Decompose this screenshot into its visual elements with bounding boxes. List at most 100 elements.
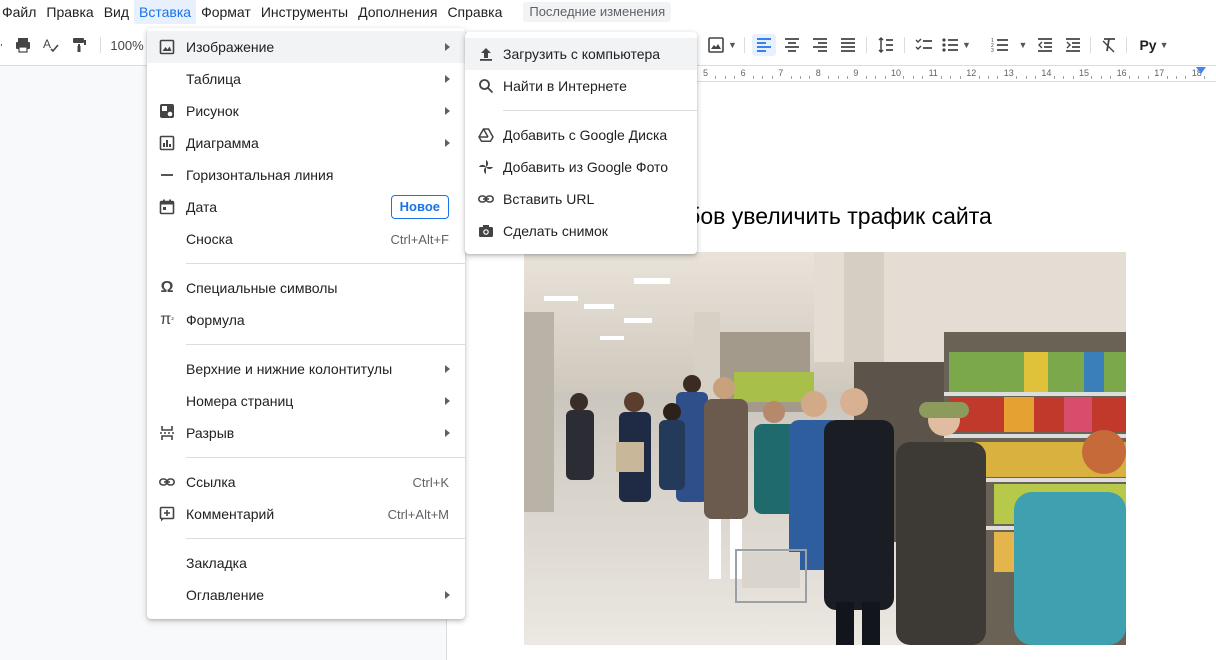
- ruler-tick: [1016, 76, 1018, 79]
- insert-toc-item[interactable]: Оглавление: [147, 579, 465, 611]
- ruler-tick: [997, 76, 999, 79]
- omega-icon: Ω: [160, 279, 174, 296]
- ruler-tick: [800, 76, 801, 79]
- ruler-number: 14: [1041, 68, 1052, 78]
- document-image[interactable]: [524, 252, 1126, 645]
- link-icon: [478, 191, 494, 207]
- add-from-photos-item[interactable]: Добавить из Google Фото: [465, 151, 697, 183]
- menu-view[interactable]: Вид: [99, 0, 134, 24]
- clear-formatting-icon[interactable]: [1098, 34, 1120, 56]
- decrease-indent-icon[interactable]: [1034, 34, 1056, 56]
- ruler-number: 8: [815, 68, 821, 78]
- add-from-drive-item[interactable]: Добавить с Google Диска: [465, 119, 697, 151]
- menu-divider: [186, 344, 465, 345]
- insert-special-chars-item[interactable]: Ω Специальные символы: [147, 272, 465, 304]
- insert-link-item[interactable]: Ссылка Ctrl+K: [147, 466, 465, 498]
- drawing-icon: [159, 103, 175, 119]
- insert-equation-item[interactable]: π² Формула: [147, 304, 465, 336]
- line-spacing-icon[interactable]: [874, 34, 898, 56]
- ruler-tick: [884, 76, 886, 79]
- insert-image-item[interactable]: Изображение: [147, 31, 465, 63]
- align-left-icon[interactable]: [752, 34, 776, 56]
- insert-by-url-item[interactable]: Вставить URL: [465, 183, 697, 215]
- submenu-arrow-icon: [445, 43, 450, 51]
- ruler-tick: [922, 76, 924, 79]
- submenu-arrow-icon: [445, 365, 450, 373]
- ruler-tick: [762, 76, 764, 79]
- supermarket-photo: [524, 252, 1126, 645]
- insert-page-numbers-item[interactable]: Номера страниц: [147, 385, 465, 417]
- upload-from-computer-item[interactable]: Загрузить с компьютера: [465, 38, 697, 70]
- insert-drawing-item[interactable]: Рисунок: [147, 95, 465, 127]
- menu-insert[interactable]: Вставка: [134, 0, 197, 24]
- menu-divider: [186, 263, 465, 264]
- print-icon[interactable]: [12, 34, 34, 56]
- svg-text:3: 3: [991, 48, 994, 54]
- ruler-tick: [912, 76, 914, 79]
- insert-menu: Изображение Таблица Рисунок Диаграмма Го…: [147, 28, 465, 619]
- search-web-item[interactable]: Найти в Интернете: [465, 70, 697, 102]
- ruler-number: 16: [1116, 68, 1127, 78]
- ruler-number: 11: [928, 68, 938, 78]
- menu-edit[interactable]: Правка: [41, 0, 98, 24]
- ruler-tick: [875, 76, 877, 79]
- align-center-icon[interactable]: [780, 34, 804, 56]
- menu-tools[interactable]: Инструменты: [256, 0, 353, 24]
- undo-icon[interactable]: [0, 34, 6, 56]
- submenu-arrow-icon: [445, 429, 450, 437]
- paint-format-icon[interactable]: [68, 34, 90, 56]
- ruler-tick: [1147, 76, 1149, 79]
- ruler-tick: [959, 76, 961, 79]
- chart-icon: [159, 135, 175, 151]
- insert-bookmark-item[interactable]: Закладка: [147, 547, 465, 579]
- insert-comment-item[interactable]: Комментарий Ctrl+Alt+M: [147, 498, 465, 530]
- ruler-number: 12: [966, 68, 977, 78]
- ruler-tick: [1204, 76, 1206, 79]
- increase-indent-icon[interactable]: [1062, 34, 1084, 56]
- ruler-tick: [1166, 76, 1168, 79]
- comment-shortcut: Ctrl+Alt+M: [387, 506, 449, 522]
- spellcheck-icon[interactable]: A: [40, 34, 62, 56]
- ruler-number: 10: [891, 68, 902, 78]
- insert-horizontal-line-item[interactable]: Горизонтальная линия: [147, 159, 465, 191]
- insert-chart-item[interactable]: Диаграмма: [147, 127, 465, 159]
- ruler-tick: [790, 76, 792, 79]
- insert-break-item[interactable]: Разрыв: [147, 417, 465, 449]
- menu-help[interactable]: Справка: [442, 0, 507, 24]
- last-edit-link[interactable]: Последние изменения: [523, 2, 672, 22]
- take-photo-item[interactable]: Сделать снимок: [465, 215, 697, 247]
- ruler-tick: [1063, 76, 1065, 79]
- ruler-number: 17: [1154, 68, 1165, 78]
- upload-icon: [478, 46, 494, 62]
- right-indent-marker[interactable]: [1196, 67, 1206, 74]
- insert-image-button[interactable]: ▼: [704, 34, 740, 56]
- ruler-tick: [715, 76, 717, 79]
- align-right-icon[interactable]: [808, 34, 832, 56]
- footnote-shortcut: Ctrl+Alt+F: [390, 231, 449, 247]
- insert-headers-footers-item[interactable]: Верхние и нижние колонтитулы: [147, 353, 465, 385]
- bulleted-list-icon[interactable]: ▼: [940, 34, 972, 56]
- align-justify-icon[interactable]: [836, 34, 860, 56]
- insert-date-item[interactable]: Дата Новое: [147, 191, 465, 223]
- ruler-tick: [734, 76, 736, 79]
- ruler-tick: [1072, 76, 1074, 79]
- zoom-select[interactable]: 100%: [108, 34, 146, 56]
- numbered-list-icon[interactable]: 123 ▼: [988, 34, 1030, 56]
- google-drive-icon: [478, 127, 494, 143]
- menu-addons[interactable]: Дополнения: [353, 0, 442, 24]
- pi-icon: π²: [160, 311, 174, 328]
- menu-format[interactable]: Формат: [196, 0, 256, 24]
- submenu-arrow-icon: [445, 397, 450, 405]
- insert-table-item[interactable]: Таблица: [147, 63, 465, 95]
- menu-divider: [186, 457, 465, 458]
- insert-footnote-item[interactable]: Сноска Ctrl+Alt+F: [147, 223, 465, 255]
- image-submenu: Загрузить с компьютера Найти в Интернете…: [465, 32, 697, 254]
- input-tools-button[interactable]: Py ▼: [1136, 34, 1172, 56]
- ruler-number: 7: [778, 68, 784, 78]
- ruler-number: 5: [703, 68, 709, 78]
- new-badge: Новое: [390, 195, 449, 219]
- menu-divider: [186, 538, 465, 539]
- checklist-icon[interactable]: [912, 34, 936, 56]
- menu-file[interactable]: Файл: [0, 0, 41, 24]
- ruler-tick: [724, 76, 726, 79]
